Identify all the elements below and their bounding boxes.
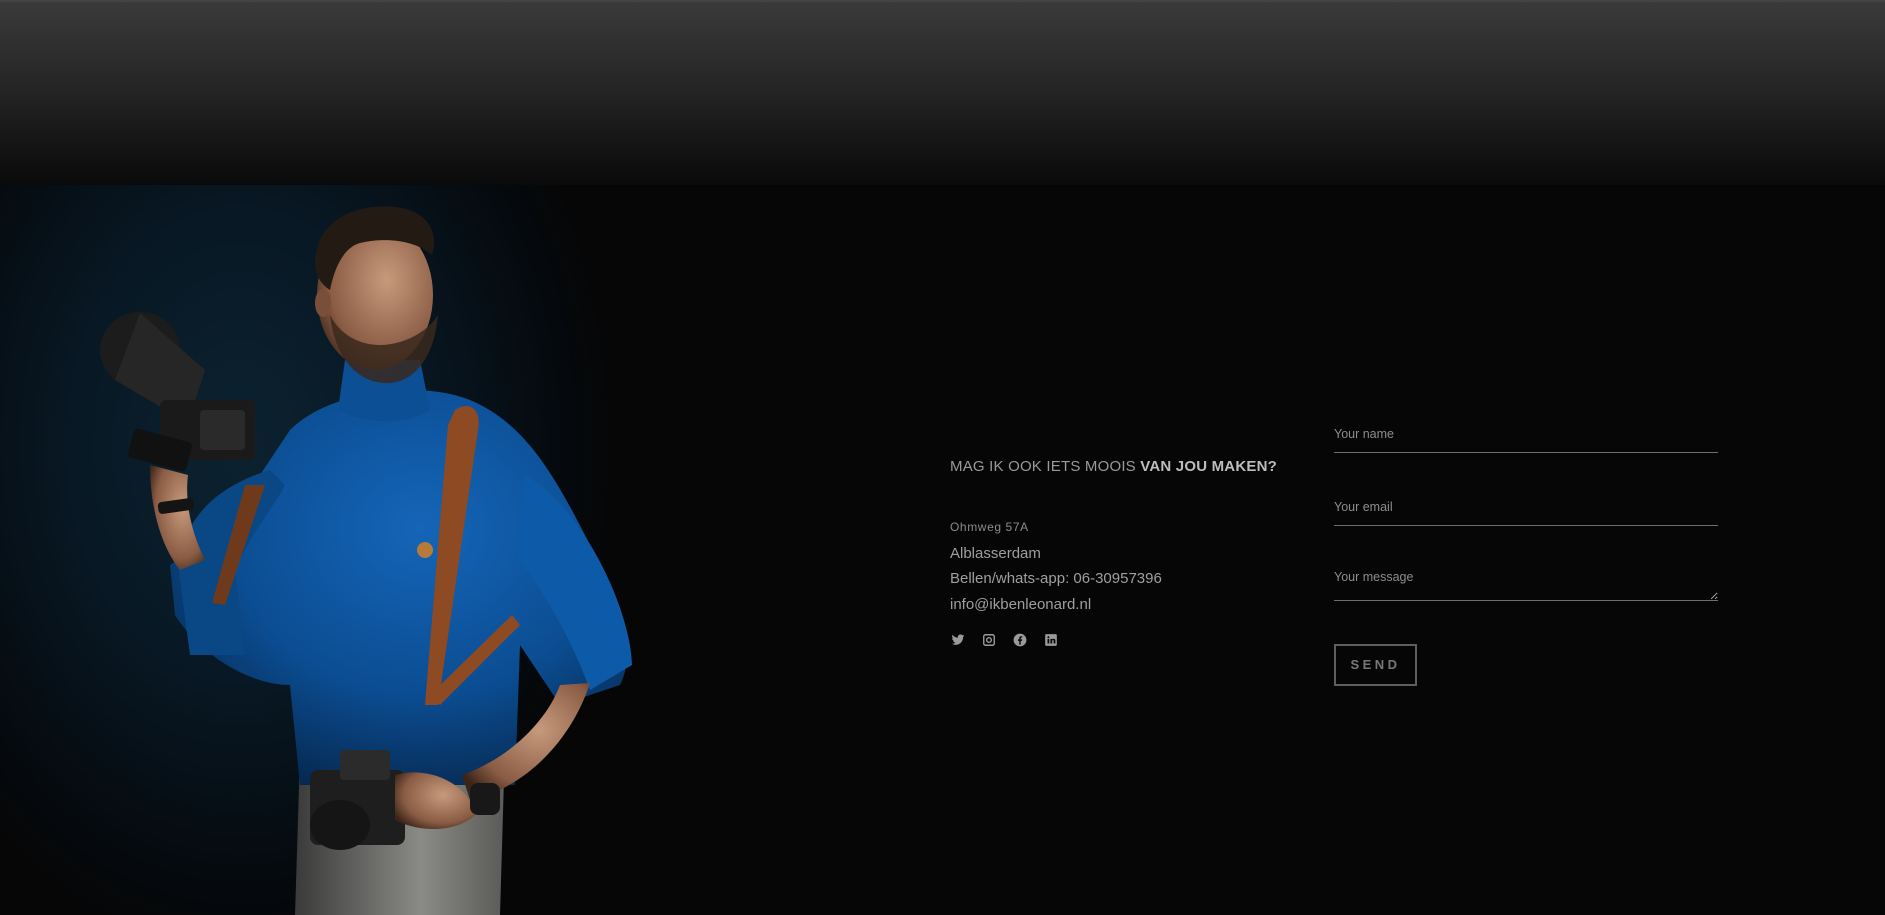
tagline-bold-text: VAN JOU MAKEN? bbox=[1140, 458, 1277, 475]
phone-number: Bellen/whats-app: 06-30957396 bbox=[950, 570, 1162, 587]
facebook-icon[interactable] bbox=[1012, 632, 1027, 647]
contact-tagline: MAG IK OOK IETS MOOIS VAN JOU MAKEN? bbox=[950, 458, 1310, 475]
address-city: Alblasserdam bbox=[950, 545, 1041, 562]
name-input[interactable] bbox=[1334, 424, 1718, 453]
email-link[interactable]: info@ikbenleonard.nl bbox=[950, 596, 1091, 613]
instagram-icon[interactable] bbox=[981, 632, 996, 647]
email-input[interactable] bbox=[1334, 497, 1718, 526]
contact-info: MAG IK OOK IETS MOOIS VAN JOU MAKEN? Ohm… bbox=[950, 458, 1310, 646]
send-button[interactable]: SEND bbox=[1334, 644, 1417, 686]
message-textarea[interactable] bbox=[1334, 570, 1718, 601]
portrait-illustration bbox=[100, 206, 632, 915]
tagline-text: MAG IK OOK IETS MOOIS bbox=[950, 458, 1141, 475]
address-street: Ohmweg 57A bbox=[950, 520, 1029, 534]
linkedin-icon[interactable] bbox=[1043, 632, 1058, 647]
photographer-portrait bbox=[0, 185, 760, 915]
twitter-icon[interactable] bbox=[950, 632, 965, 647]
social-links bbox=[950, 632, 1058, 647]
site-header-bar bbox=[0, 0, 1885, 185]
